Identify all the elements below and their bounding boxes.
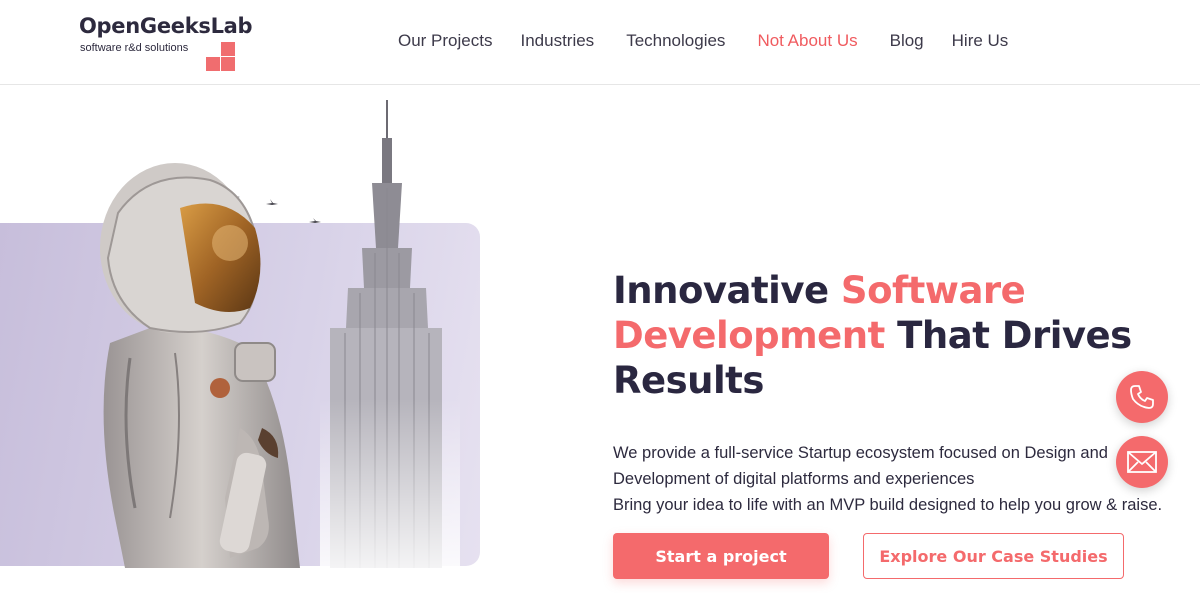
nav-item-blog[interactable]: Blog (890, 31, 924, 51)
logo-mark-icon (206, 42, 236, 72)
nav-item-industries[interactable]: Industries (520, 31, 594, 51)
email-button[interactable] (1116, 436, 1168, 488)
call-button[interactable] (1116, 371, 1168, 423)
main-nav: Our Projects Industries Technologies Not… (398, 29, 1008, 53)
phone-icon (1130, 385, 1154, 409)
headline-part-1: Innovative (613, 269, 841, 312)
hero-headline: Innovative Software Development That Dri… (613, 268, 1173, 403)
headline-accent-2: Development (613, 314, 885, 357)
brand-tagline: software r&d solutions (80, 42, 189, 54)
start-project-button[interactable]: Start a project (613, 533, 829, 579)
brand-logo[interactable]: OpenGeeksLab software r&d solutions (79, 14, 253, 74)
explore-case-studies-button[interactable]: Explore Our Case Studies (863, 533, 1124, 579)
skyscraper-shape (320, 100, 460, 568)
description-line-1: We provide a full-service Startup ecosys… (613, 444, 1108, 462)
astronaut-skyscraper-illustration (100, 100, 460, 568)
nav-item-technologies[interactable]: Technologies (626, 31, 725, 51)
hero-description: We provide a full-service Startup ecosys… (613, 440, 1198, 518)
headline-accent-1: Software (840, 269, 1026, 312)
brand-name: OpenGeeksLab (79, 14, 253, 38)
mail-icon (1127, 451, 1157, 473)
nav-item-not-about-us[interactable]: Not About Us (757, 31, 857, 51)
nav-item-hire-us[interactable]: Hire Us (952, 31, 1009, 51)
headline-part-2: That Drives (884, 314, 1132, 357)
headline-part-3: Results (613, 359, 764, 402)
hero-illustration (0, 98, 480, 568)
site-header: OpenGeeksLab software r&d solutions Our … (0, 0, 1200, 85)
astronaut-shape (100, 163, 300, 568)
nav-item-our-projects[interactable]: Our Projects (398, 31, 492, 51)
description-line-2: Development of digital platforms and exp… (613, 470, 975, 488)
description-line-3: Bring your idea to life with an MVP buil… (613, 496, 1163, 514)
